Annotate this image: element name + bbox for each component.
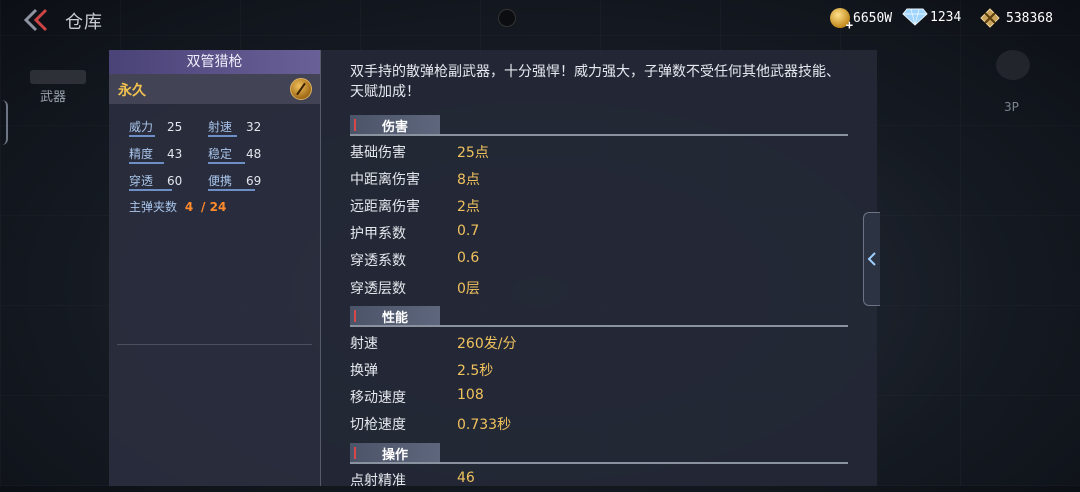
diamond-amount: 1234	[930, 9, 962, 25]
stat-fire-rate: 射速 32	[208, 120, 262, 134]
page-title: 仓库	[65, 12, 103, 33]
section-title: 伤害	[382, 120, 409, 135]
duration-label: 永久	[118, 83, 146, 99]
magazine-info: 主弹夹数 4 / 24	[129, 198, 226, 215]
medal-amount: 538368	[1006, 10, 1053, 26]
section-title: 性能	[382, 311, 409, 326]
diamond-currency[interactable]: 1234	[902, 8, 961, 26]
weapon-detail-panel[interactable]: 双手持的散弹枪副武器，十分强悍！威力强大，子弹数不受任何其他武器技能、天赋加成！…	[320, 50, 877, 489]
weapon-name: 双管猎枪	[109, 50, 320, 74]
stat-fire-rate-bar	[208, 135, 237, 137]
section-title: 操作	[382, 448, 409, 463]
stat-stability-bar	[208, 162, 245, 164]
view-mode-label[interactable]: 3P	[1004, 100, 1019, 114]
panel-divider	[117, 344, 312, 345]
stat-penetration-bar	[129, 189, 172, 191]
section-line	[350, 462, 848, 464]
target-icon	[996, 50, 1030, 80]
magazine-total: / 24	[201, 200, 227, 214]
weapon-summary-panel: 双管猎枪 永久 威力 25 射速 32 精度 43 稳定 48 穿透 60 便携 69 主弹…	[109, 50, 321, 486]
chevron-left-icon	[867, 252, 876, 266]
section-damage-header: 伤害	[350, 115, 848, 136]
weapon-description: 双手持的散弹枪副武器，十分强悍！威力强大，子弹数不受任何其他武器技能、天赋加成！	[350, 64, 840, 100]
side-drawer-handle[interactable]	[0, 100, 8, 145]
gun-silhouette-icon	[30, 70, 86, 84]
weapon-tab-label: 武器	[40, 90, 67, 105]
gold-currency[interactable]: 6650W	[830, 8, 893, 32]
stat-accuracy: 精度 43	[129, 147, 183, 161]
weapon-badge-icon[interactable]	[290, 78, 312, 100]
stat-portability: 便携 69	[208, 174, 262, 188]
section-line	[350, 325, 848, 327]
medal-icon	[980, 8, 1000, 28]
stat-stability: 稳定 48	[208, 147, 262, 161]
section-line	[350, 134, 848, 136]
magazine-label: 主弹夹数	[129, 200, 178, 214]
medal-currency[interactable]: 538368	[980, 8, 1053, 28]
stat-penetration: 穿透 60	[129, 174, 183, 188]
magazine-current: 4	[184, 200, 194, 214]
section-performance-header: 性能	[350, 306, 848, 327]
stat-power: 威力 25	[129, 120, 183, 134]
stat-accuracy-bar	[129, 162, 164, 164]
gold-amount: 6650W	[853, 10, 893, 26]
duration-bar: 永久	[109, 74, 320, 104]
diamond-icon	[902, 8, 928, 26]
weapon-category-tab[interactable]: 武器	[0, 48, 110, 138]
double-chevron-left-icon	[23, 8, 48, 32]
section-operation-header: 操作	[350, 443, 848, 464]
stat-portability-bar	[208, 189, 255, 191]
collapse-panel-button[interactable]	[863, 212, 880, 306]
back-button[interactable]	[22, 8, 52, 32]
status-dot	[498, 9, 516, 27]
top-bar: 仓库 6650W 1234 538368	[0, 0, 1080, 40]
stat-power-bar	[129, 135, 155, 137]
gold-coin-plus-icon	[830, 8, 853, 32]
